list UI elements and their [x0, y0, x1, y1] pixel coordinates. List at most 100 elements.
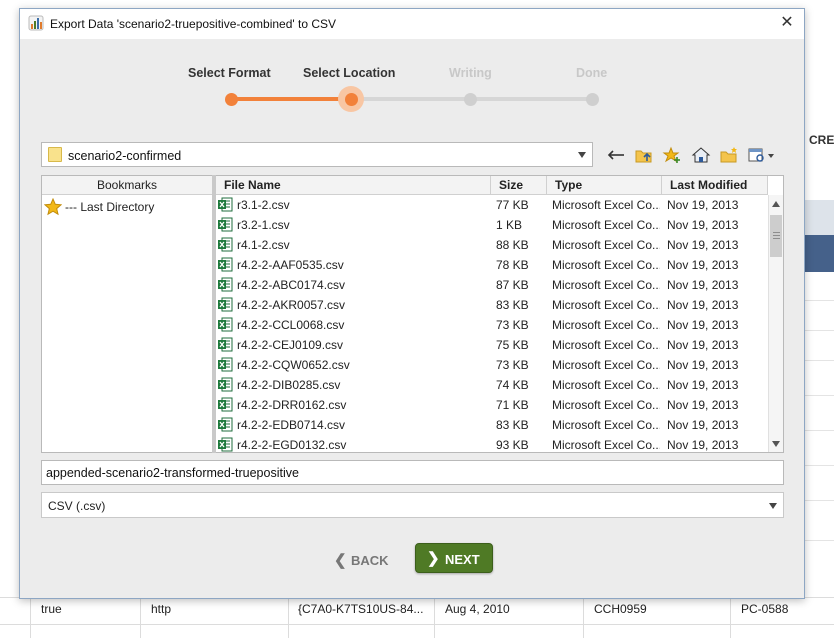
background-row-divider — [805, 465, 834, 466]
scroll-up-arrow-icon[interactable] — [772, 201, 780, 207]
home-icon[interactable] — [691, 146, 711, 164]
file-type-cell: Microsoft Excel Co... — [552, 198, 660, 212]
back-button-label: BACK — [351, 553, 389, 568]
bookmark-last-directory[interactable]: --- Last Directory — [44, 198, 204, 216]
grip-line — [773, 232, 780, 233]
file-type-cell: Microsoft Excel Co... — [552, 338, 660, 352]
step-dot-writing — [464, 93, 477, 106]
excel-file-icon — [218, 257, 233, 272]
back-button[interactable]: ❮ BACK — [332, 550, 394, 572]
background-column-divider — [288, 597, 289, 638]
file-size-cell: 93 KB — [496, 438, 529, 452]
grip-line — [773, 235, 780, 236]
background-column-divider — [583, 597, 584, 638]
background-column-divider — [30, 597, 31, 638]
scroll-down-arrow-icon[interactable] — [772, 441, 780, 447]
file-row[interactable]: r4.2-2-DIB0285.csv 74 KB Microsoft Excel C… — [216, 375, 766, 395]
excel-file-icon — [218, 377, 233, 392]
file-table-scrollbar[interactable] — [768, 195, 783, 452]
add-bookmark-icon[interactable] — [662, 146, 682, 164]
bookmarks-panel: Bookmarks --- Last Directory — [41, 175, 213, 453]
file-row[interactable]: r3.1-2.csv 77 KB Microsoft Excel Co... Nov … — [216, 195, 766, 215]
background-cell: true — [41, 602, 62, 616]
column-header-last-modified[interactable]: Last Modified — [662, 176, 768, 195]
file-size-cell: 78 KB — [496, 258, 529, 272]
file-row[interactable]: r4.1-2.csv 88 KB Microsoft Excel Co... Nov … — [216, 235, 766, 255]
chevron-down-icon — [578, 152, 586, 158]
file-row[interactable]: r4.2-2-DRR0162.csv 71 KB Microsoft Excel C… — [216, 395, 766, 415]
file-modified-cell: Nov 19, 2013 — [667, 378, 739, 392]
background-bar-light — [805, 200, 834, 235]
star-icon — [44, 198, 62, 216]
grip-line — [773, 238, 780, 239]
background-column-header: CRE — [809, 133, 834, 147]
file-size-cell: 71 KB — [496, 398, 529, 412]
file-row[interactable]: r4.2-2-AKR0057.csv 83 KB Microsoft Excel C… — [216, 295, 766, 315]
background-row-divider — [805, 395, 834, 396]
file-type-cell: Microsoft Excel Co... — [552, 258, 660, 272]
excel-file-icon — [218, 397, 233, 412]
step-track-completed — [232, 97, 352, 101]
file-table: File Name Size Type Last Modified r3.1-2… — [216, 175, 784, 453]
file-row[interactable]: r4.2-2-CCL0068.csv 73 KB Microsoft Excel C… — [216, 315, 766, 335]
excel-file-icon — [218, 317, 233, 332]
location-dropdown[interactable]: scenario2-confirmed — [41, 142, 593, 167]
background-row-divider — [805, 430, 834, 431]
step-dot-done — [586, 93, 599, 106]
file-modified-cell: Nov 19, 2013 — [667, 198, 739, 212]
file-modified-cell: Nov 19, 2013 — [667, 358, 739, 372]
file-type-cell: Microsoft Excel Co... — [552, 218, 660, 232]
file-type-cell: Microsoft Excel Co... — [552, 398, 660, 412]
file-modified-cell: Nov 19, 2013 — [667, 218, 739, 232]
step-select-format: Select Format — [188, 66, 271, 80]
file-size-cell: 83 KB — [496, 298, 529, 312]
export-dialog: Export Data 'scenario2-truepositive-comb… — [19, 8, 805, 599]
column-header-file-name[interactable]: File Name — [216, 176, 491, 195]
view-options-icon[interactable] — [747, 146, 777, 164]
next-button-label: NEXT — [445, 552, 480, 567]
new-folder-icon[interactable] — [719, 146, 739, 164]
file-type-cell: Microsoft Excel Co... — [552, 298, 660, 312]
column-header-type[interactable]: Type — [547, 176, 662, 195]
file-row[interactable]: r4.2-2-AAF0535.csv 78 KB Microsoft Excel C… — [216, 255, 766, 275]
format-dropdown[interactable]: CSV (.csv) — [41, 492, 784, 518]
file-size-cell: 74 KB — [496, 378, 529, 392]
file-name-cell: r4.2-2-CCL0068.csv — [237, 318, 345, 332]
filename-input[interactable] — [41, 460, 784, 485]
file-row[interactable]: r3.2-1.csv 1 KB Microsoft Excel Co... Nov 1… — [216, 215, 766, 235]
background-row-divider — [805, 300, 834, 301]
chevron-right-icon: ❯ — [427, 550, 440, 567]
file-row[interactable]: r4.2-2-ABC0174.csv 87 KB Microsoft Excel C… — [216, 275, 766, 295]
column-header-size[interactable]: Size — [491, 176, 547, 195]
file-name-cell: r4.1-2.csv — [237, 238, 290, 252]
file-row[interactable]: r4.2-2-EGD0132.csv 93 KB Microsoft Excel C… — [216, 435, 766, 452]
back-arrow-icon[interactable] — [606, 146, 626, 164]
file-type-cell: Microsoft Excel Co... — [552, 418, 660, 432]
excel-file-icon — [218, 417, 233, 432]
scrollbar-thumb[interactable] — [770, 215, 782, 257]
file-modified-cell: Nov 19, 2013 — [667, 298, 739, 312]
background-row-divider — [805, 360, 834, 361]
format-selected: CSV (.csv) — [48, 499, 106, 513]
file-row[interactable]: r4.2-2-EDB0714.csv 83 KB Microsoft Excel C… — [216, 415, 766, 435]
file-modified-cell: Nov 19, 2013 — [667, 398, 739, 412]
file-name-cell: r4.2-2-AAF0535.csv — [237, 258, 344, 272]
file-size-cell: 88 KB — [496, 238, 529, 252]
file-row[interactable]: r4.2-2-CQW0652.csv 73 KB Microsoft Excel C… — [216, 355, 766, 375]
file-type-cell: Microsoft Excel Co... — [552, 438, 660, 452]
step-dot-select-format — [225, 93, 238, 106]
close-button[interactable]: ✕ — [778, 14, 796, 32]
folder-up-icon[interactable] — [634, 146, 654, 164]
file-size-cell: 1 KB — [496, 218, 523, 232]
excel-file-icon — [218, 197, 233, 212]
next-button[interactable]: ❯ NEXT — [415, 543, 493, 573]
file-row[interactable]: r4.2-2-CEJ0109.csv 75 KB Microsoft Excel C… — [216, 335, 766, 355]
excel-file-icon — [218, 337, 233, 352]
location-current-folder: scenario2-confirmed — [68, 149, 182, 163]
background-column-divider — [434, 597, 435, 638]
file-name-cell: r4.2-2-ABC0174.csv — [237, 278, 346, 292]
file-name-cell: r4.2-2-CEJ0109.csv — [237, 338, 344, 352]
background-cell: PC-0588 — [741, 602, 789, 616]
file-modified-cell: Nov 19, 2013 — [667, 438, 739, 452]
file-name-cell: r4.2-2-DRR0162.csv — [237, 398, 347, 412]
